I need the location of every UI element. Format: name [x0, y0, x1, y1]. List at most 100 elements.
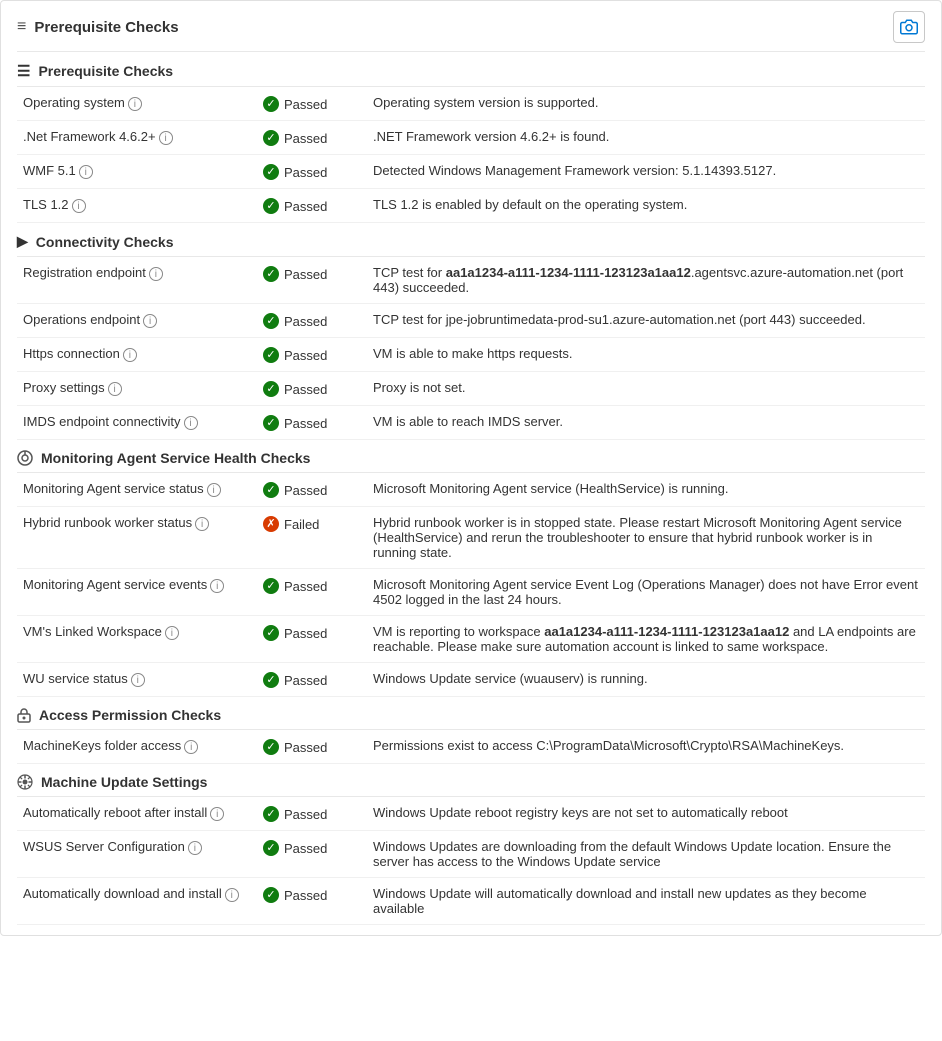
passed-icon: ✓ [263, 347, 279, 363]
section-icon-machine-update [17, 774, 33, 790]
section-header-connectivity: ▶Connectivity Checks [17, 223, 925, 257]
check-label: WSUS Server Configuration [23, 839, 185, 854]
info-icon[interactable]: i [108, 382, 122, 396]
check-label: MachineKeys folder access [23, 738, 181, 753]
status-label: Passed [284, 97, 327, 112]
info-icon[interactable]: i [210, 807, 224, 821]
description-cell-monitoring-2: Microsoft Monitoring Agent service Event… [367, 569, 925, 616]
table-row: Operating systemi ✓ Passed Operating sys… [17, 87, 925, 121]
passed-icon: ✓ [263, 313, 279, 329]
description-text: Hybrid runbook worker is in stopped stat… [373, 515, 902, 560]
section-header-prerequisite: ☰Prerequisite Checks [17, 52, 925, 87]
table-row: Operations endpointi ✓ Passed TCP test f… [17, 304, 925, 338]
status-passed: ✓ Passed [263, 164, 327, 180]
status-label: Passed [284, 131, 327, 146]
description-text: VM is able to reach IMDS server. [373, 414, 563, 429]
section-table-connectivity: Registration endpointi ✓ Passed TCP test… [17, 257, 925, 440]
description-text: VM is reporting to workspace aa1a1234-a1… [373, 624, 916, 654]
info-icon[interactable]: i [165, 626, 179, 640]
section-table-access: MachineKeys folder accessi ✓ Passed Perm… [17, 730, 925, 764]
description-cell-machine_update-0: Windows Update reboot registry keys are … [367, 797, 925, 831]
status-passed: ✓ Passed [263, 130, 327, 146]
info-icon[interactable]: i [207, 483, 221, 497]
table-row: TLS 1.2i ✓ Passed TLS 1.2 is enabled by … [17, 189, 925, 223]
info-icon[interactable]: i [210, 579, 224, 593]
section-title-access: Access Permission Checks [39, 707, 221, 723]
info-icon[interactable]: i [149, 267, 163, 281]
passed-icon: ✓ [263, 625, 279, 641]
check-label: Monitoring Agent service status [23, 481, 204, 496]
status-cell-machine_update-0: ✓ Passed [257, 797, 367, 831]
check-name-monitoring-1: Hybrid runbook worker statusi [17, 507, 257, 569]
table-row: Registration endpointi ✓ Passed TCP test… [17, 257, 925, 304]
status-cell-connectivity-2: ✓ Passed [257, 338, 367, 372]
passed-icon: ✓ [263, 887, 279, 903]
check-name-machine_update-1: WSUS Server Configurationi [17, 831, 257, 878]
table-row: WMF 5.1i ✓ Passed Detected Windows Manag… [17, 155, 925, 189]
description-cell-machine_update-2: Windows Update will automatically downlo… [367, 878, 925, 925]
check-label: Operating system [23, 95, 125, 110]
status-cell-connectivity-1: ✓ Passed [257, 304, 367, 338]
description-cell-prerequisite-0: Operating system version is supported. [367, 87, 925, 121]
description-text: TCP test for jpe-jobruntimedata-prod-su1… [373, 312, 866, 327]
description-text: Windows Update service (wuauserv) is run… [373, 671, 648, 686]
info-icon[interactable]: i [79, 165, 93, 179]
status-label: Passed [284, 626, 327, 641]
status-cell-prerequisite-0: ✓ Passed [257, 87, 367, 121]
passed-icon: ✓ [263, 164, 279, 180]
passed-icon: ✓ [263, 672, 279, 688]
description-text: Operating system version is supported. [373, 95, 598, 110]
info-icon[interactable]: i [143, 314, 157, 328]
check-label: IMDS endpoint connectivity [23, 414, 181, 429]
status-label: Passed [284, 483, 327, 498]
status-cell-machine_update-2: ✓ Passed [257, 878, 367, 925]
info-icon[interactable]: i [184, 740, 198, 754]
check-name-monitoring-2: Monitoring Agent service eventsi [17, 569, 257, 616]
check-label: Proxy settings [23, 380, 105, 395]
check-label: .Net Framework 4.6.2+ [23, 129, 156, 144]
description-cell-connectivity-0: TCP test for aa1a1234-a111-1234-1111-123… [367, 257, 925, 304]
section-header-monitoring: Monitoring Agent Service Health Checks [17, 440, 925, 473]
status-label: Passed [284, 841, 327, 856]
info-icon[interactable]: i [184, 416, 198, 430]
status-cell-connectivity-3: ✓ Passed [257, 372, 367, 406]
status-cell-prerequisite-2: ✓ Passed [257, 155, 367, 189]
check-name-access-0: MachineKeys folder accessi [17, 730, 257, 764]
description-text: Windows Update reboot registry keys are … [373, 805, 788, 820]
info-icon[interactable]: i [131, 673, 145, 687]
status-passed: ✓ Passed [263, 347, 327, 363]
status-cell-monitoring-0: ✓ Passed [257, 473, 367, 507]
description-text: .NET Framework version 4.6.2+ is found. [373, 129, 609, 144]
section-icon-connectivity: ▶ [17, 233, 28, 250]
section-header-machine_update: Machine Update Settings [17, 764, 925, 797]
table-row: VM's Linked Workspacei ✓ Passed VM is re… [17, 616, 925, 663]
status-label: Passed [284, 267, 327, 282]
info-icon[interactable]: i [195, 517, 209, 531]
camera-button[interactable] [893, 11, 925, 43]
description-cell-monitoring-0: Microsoft Monitoring Agent service (Heal… [367, 473, 925, 507]
check-label: VM's Linked Workspace [23, 624, 162, 639]
info-icon[interactable]: i [159, 131, 173, 145]
info-icon[interactable]: i [128, 97, 142, 111]
status-cell-machine_update-1: ✓ Passed [257, 831, 367, 878]
info-icon[interactable]: i [188, 841, 202, 855]
status-passed: ✓ Passed [263, 625, 327, 641]
info-icon[interactable]: i [225, 888, 239, 902]
status-passed: ✓ Passed [263, 198, 327, 214]
check-name-machine_update-2: Automatically download and installi [17, 878, 257, 925]
info-icon[interactable]: i [72, 199, 86, 213]
description-text: Windows Updates are downloading from the… [373, 839, 891, 869]
status-passed: ✓ Passed [263, 887, 327, 903]
check-label: WU service status [23, 671, 128, 686]
status-cell-prerequisite-1: ✓ Passed [257, 121, 367, 155]
info-icon[interactable]: i [123, 348, 137, 362]
description-text: Windows Update will automatically downlo… [373, 886, 867, 916]
status-cell-connectivity-4: ✓ Passed [257, 406, 367, 440]
status-passed: ✓ Passed [263, 96, 327, 112]
section-title-monitoring: Monitoring Agent Service Health Checks [41, 450, 310, 466]
section-title-prerequisite: Prerequisite Checks [38, 63, 173, 79]
description-cell-prerequisite-1: .NET Framework version 4.6.2+ is found. [367, 121, 925, 155]
check-name-monitoring-3: VM's Linked Workspacei [17, 616, 257, 663]
table-row: WSUS Server Configurationi ✓ Passed Wind… [17, 831, 925, 878]
status-label: Passed [284, 165, 327, 180]
